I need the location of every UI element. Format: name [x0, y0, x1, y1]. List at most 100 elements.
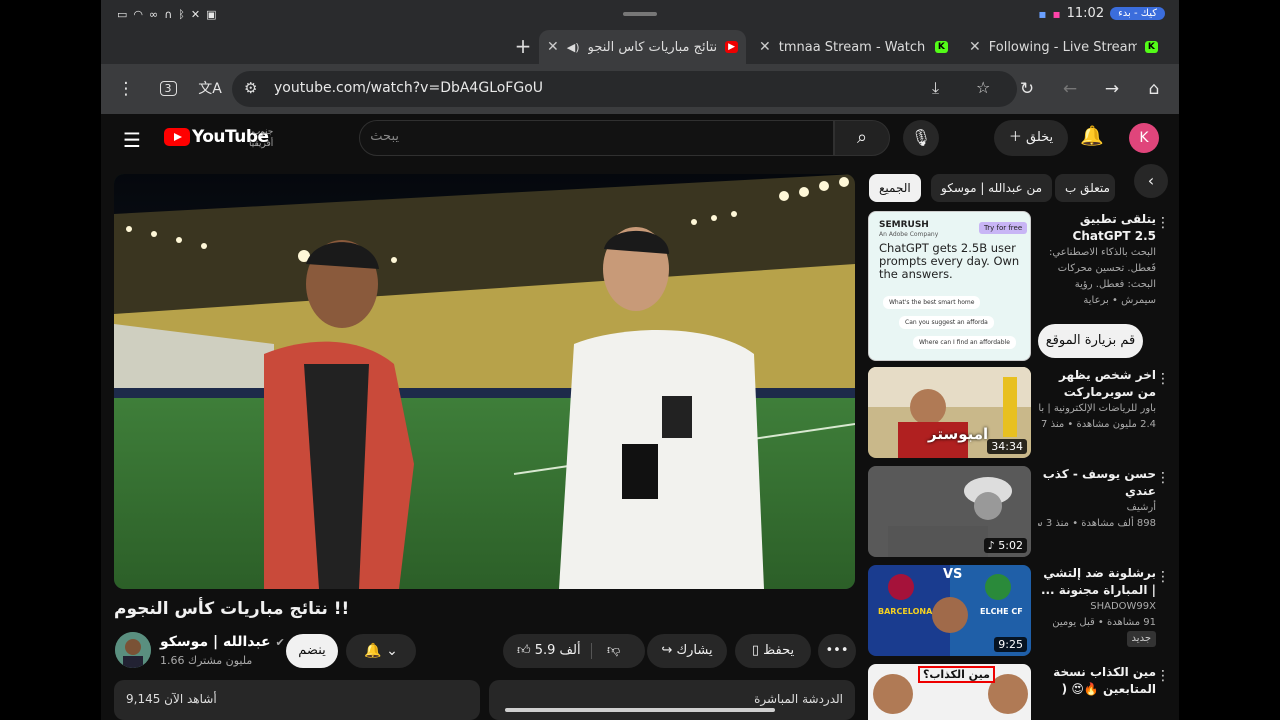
rec-title: برشلونة ضد إلتشي | المباراة مجنونة ...	[1040, 566, 1156, 597]
chat-text: الدردشة المباشرة	[754, 692, 843, 706]
site-settings-icon[interactable]: ⚙	[244, 79, 257, 97]
share-button[interactable]: ↪ يشارك	[647, 634, 727, 668]
share-icon: ↪	[661, 643, 673, 658]
url-text[interactable]: youtube.com/watch?v=DbA4GLoFGoU	[274, 80, 543, 96]
rec-thumbnail[interactable]: مين الكذاب؟	[868, 664, 1031, 720]
subscription-bell-button[interactable]: 🔔 ⌄	[346, 634, 416, 668]
youtube-favicon-icon: ▶	[725, 41, 738, 53]
channel-avatar[interactable]	[115, 632, 151, 668]
rec-title: حسن يوسف - كذب عندي	[1042, 467, 1156, 498]
notifications-bell-icon[interactable]: 🔔	[1080, 124, 1104, 147]
join-button[interactable]: ينضم	[286, 634, 338, 668]
channel-name[interactable]: عبدالله | موسكو ✔	[160, 634, 285, 650]
youtube-header: ☰ YouTube جنوب أفريقيا يبحث ⌕ 🎙 ＋ يخلق 🔔…	[101, 114, 1179, 162]
address-bar[interactable]: ⚙ youtube.com/watch?v=DbA4GLoFGoU ⤓ ☆	[232, 71, 1017, 107]
close-icon[interactable]: ✕	[759, 39, 771, 55]
live-chat-panel[interactable]: الدردشة المباشرة	[489, 680, 855, 720]
like-button[interactable]: 👍︎ 5.9 ألف	[517, 634, 581, 668]
dislike-button[interactable]: 👎︎	[607, 634, 620, 668]
ad-item[interactable]: SEMRUSH An Adobe Company Try for free Ch…	[868, 211, 1173, 361]
rec-item[interactable]: VS BARCELONA ELCHE CF 9:25 برشلونة ضد إل…	[868, 565, 1173, 656]
views-text: 9,145 أشاهد الآن	[126, 692, 217, 706]
kick-live-pill[interactable]: كيك - بدء	[1110, 7, 1165, 20]
tab-youtube[interactable]: ✕ ◀) نتائج مباريات كأس النجوم !! - ▶	[539, 30, 746, 64]
ad-question-2: Can you suggest an afforda	[899, 316, 994, 329]
kick-favicon-icon: K	[934, 41, 948, 53]
plus-icon: ＋	[1008, 130, 1026, 145]
visit-site-button[interactable]: قم بزيارة الموقع	[1038, 324, 1143, 358]
rec-item[interactable]: ♪ 5:02 حسن يوسف - كذب عندي أرشيف 898 ألف…	[868, 466, 1173, 557]
video-player[interactable]	[114, 174, 855, 589]
duration-badge: 34:34	[987, 439, 1027, 454]
more-horizontal-icon: •••	[825, 643, 849, 658]
ad-headline: ChatGPT gets 2.5B user prompts every day…	[879, 241, 1020, 281]
back-icon[interactable]: ←	[1057, 76, 1083, 102]
create-button[interactable]: ＋ يخلق	[994, 120, 1068, 156]
rec-channel: باور للرياضات الإلكترونية | باور	[1038, 403, 1156, 414]
country-code: جنوب أفريقيا	[249, 126, 273, 150]
rec-views: 91 مشاهدة • قبل يومين	[1052, 617, 1156, 628]
link-icon: ∞	[149, 8, 159, 21]
chip-from-channel[interactable]: من عبدالله | موسكو	[931, 174, 1053, 202]
thumbs-up-icon: 👍︎	[517, 643, 531, 658]
tab-strip: + ✕ ◀) نتائج مباريات كأس النجوم !! - ▶ ✕…	[101, 30, 1179, 64]
more-vert-icon[interactable]: ⋮	[1156, 470, 1170, 486]
search-placeholder: يبحث	[370, 129, 399, 144]
tab-following[interactable]: ✕ Following - Live Streams on K	[961, 30, 1166, 64]
gesture-home-bar[interactable]	[505, 708, 775, 712]
more-actions-button[interactable]: •••	[818, 634, 856, 668]
bookmark-star-icon[interactable]: ☆	[976, 78, 990, 97]
views-panel[interactable]: 9,145 أشاهد الآن	[114, 680, 480, 720]
more-vert-icon[interactable]: ⋮	[1156, 215, 1170, 231]
video-frame	[114, 174, 855, 589]
search-button[interactable]: ⌕	[834, 120, 890, 156]
duration-badge: ♪ 5:02	[983, 538, 1027, 553]
thumbnail-overlay-text: امبوستر	[928, 425, 989, 443]
kick-favicon-icon: K	[1144, 41, 1158, 53]
close-icon[interactable]: ✕	[969, 39, 981, 55]
rec-thumbnail[interactable]: ♪ 5:02	[868, 466, 1031, 557]
rec-channel: SHADOW99X	[1090, 601, 1156, 612]
duration-text: 5:02	[998, 539, 1023, 552]
tab-count-button[interactable]: 3	[155, 76, 181, 102]
speaker-icon: ◀)	[566, 40, 580, 54]
save-button[interactable]: ▯ يحفظ	[735, 634, 811, 668]
translate-icon[interactable]: 文A	[197, 76, 223, 102]
account-avatar[interactable]: K	[1129, 123, 1159, 153]
rec-title: يتلقى تطبيق ChatGPT 2.5 مليار...	[1072, 212, 1156, 243]
browser-window: ▭ ◠ ∞ ∩ ᛒ ✕ ▣ ▪ ▪ 11:02 كيك - بدء + ✕ ◀)…	[101, 0, 1179, 720]
ad-sponsor: سيمرش • برعاية	[1083, 295, 1156, 306]
search-icon: ⌕	[856, 127, 868, 148]
headphones-icon: ∩	[164, 8, 173, 21]
bookmark-icon: ▯	[751, 643, 760, 658]
tab-count: 3	[159, 81, 177, 96]
ad-desc-1: البحث بالذكاء الاصطناعي:	[1048, 247, 1156, 258]
rec-item[interactable]: امبوستر 34:34 اخر شخص يظهر من سوبرماركت …	[868, 367, 1173, 458]
forward-icon[interactable]: →	[1099, 76, 1125, 102]
home-icon[interactable]: ⌂	[1141, 76, 1167, 102]
tab-tmnaa[interactable]: ✕ tmnaa Stream - Watch Live K	[751, 30, 956, 64]
hamburger-menu-icon[interactable]: ☰	[123, 128, 141, 152]
search-input[interactable]: يبحث	[359, 120, 834, 156]
reload-icon[interactable]: ↻	[1014, 76, 1040, 102]
install-app-icon[interactable]: ⤓	[932, 78, 939, 98]
rec-thumbnail[interactable]: امبوستر 34:34	[868, 367, 1031, 458]
more-vert-icon[interactable]: ⋮	[1156, 668, 1170, 684]
voice-search-button[interactable]: 🎙	[903, 120, 939, 156]
rec-thumbnail[interactable]: VS BARCELONA ELCHE CF 9:25	[868, 565, 1031, 656]
menu-dots-icon[interactable]: ⋮	[113, 76, 139, 102]
chip-all[interactable]: الجميع	[869, 174, 921, 202]
new-tab-button[interactable]: +	[511, 34, 535, 58]
chips-scroll-button[interactable]: ‹	[1134, 164, 1168, 198]
more-vert-icon[interactable]: ⋮	[1156, 569, 1170, 585]
filter-chips: الجميع من عبدالله | موسكو متعلق ب	[867, 174, 1167, 204]
app-icon: ▪	[1038, 6, 1047, 21]
chip-related[interactable]: متعلق ب	[1055, 174, 1115, 202]
close-icon[interactable]: ✕	[547, 39, 559, 55]
save-label: يحفظ	[763, 643, 795, 658]
ad-thumbnail[interactable]: SEMRUSH An Adobe Company Try for free Ch…	[868, 211, 1031, 361]
more-vert-icon[interactable]: ⋮	[1156, 371, 1170, 387]
drag-handle[interactable]	[623, 12, 657, 16]
youtube-play-icon	[164, 128, 190, 146]
rec-item[interactable]: مين الكذاب؟ مين الكذاب نسخة المتابعين 🔥😍…	[868, 664, 1173, 720]
